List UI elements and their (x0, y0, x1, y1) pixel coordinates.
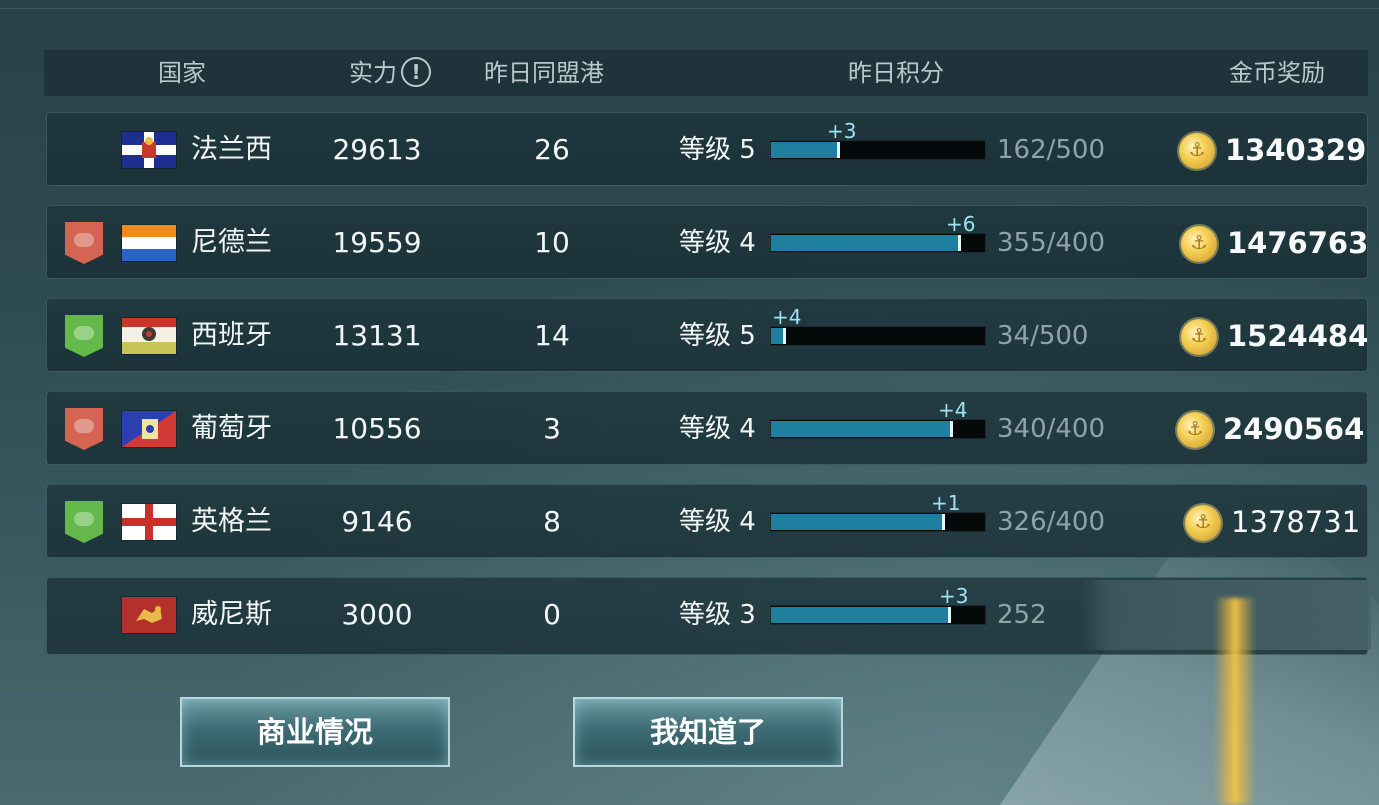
table-row[interactable]: 威尼斯 3000 0 等级 3 +3 252 (46, 577, 1371, 655)
table-row[interactable]: 法兰西 29613 26 等级 5 +3 162/500 1340329 (46, 112, 1368, 186)
alliance-handshake-icon (65, 408, 103, 450)
score-delta: +3 (827, 119, 857, 143)
gold-reward-value: 1524484 (1227, 319, 1369, 353)
got-it-button[interactable]: 我知道了 (573, 697, 843, 767)
power-value: 10556 (332, 412, 422, 445)
info-icon[interactable]: ! (401, 57, 431, 87)
gold-light-beam (1214, 598, 1256, 805)
level-label: 等级 5 (679, 321, 756, 351)
netherlands-flag-icon (122, 225, 176, 261)
level-label: 等级 5 (679, 135, 756, 165)
power-value: 29613 (332, 133, 422, 166)
spain-flag-icon (122, 318, 176, 354)
country-name: 尼德兰 (191, 227, 272, 258)
header-yesterday-score: 昨日积分 (848, 59, 944, 87)
score-progress-bar (770, 233, 986, 253)
gold-reward-value: 1378731 (1231, 505, 1361, 539)
gold-reward-value: 2490564 (1223, 412, 1365, 446)
gold-coin-icon (1181, 226, 1217, 262)
score-delta: +6 (946, 212, 976, 236)
table-row[interactable]: 尼德兰 19559 10 等级 4 +6 355/400 1476763 (46, 205, 1368, 279)
table-row[interactable]: 英格兰 9146 8 等级 4 +1 326/400 1378731 (46, 484, 1368, 558)
power-value: 19559 (332, 226, 422, 259)
score-progress-text: 252 (997, 600, 1047, 630)
score-progress-text: 34/500 (997, 321, 1089, 351)
score-progress-text: 162/500 (997, 135, 1106, 165)
score-delta: +3 (939, 584, 969, 608)
gold-coin-icon (1181, 319, 1217, 355)
level-label: 等级 4 (679, 228, 756, 258)
score-progress-fill (771, 607, 951, 623)
table-row[interactable]: 西班牙 13131 14 等级 5 +4 34/500 1524484 (46, 298, 1368, 372)
score-progress-fill (771, 235, 961, 251)
country-name: 威尼斯 (191, 599, 272, 630)
commerce-status-button[interactable]: 商业情况 (180, 697, 450, 767)
top-divider (0, 8, 1379, 9)
gold-reward-value: 1340329 (1225, 133, 1367, 167)
header-gold-reward: 金币奖励 (1229, 59, 1325, 87)
alliance-ports-value: 14 (534, 319, 570, 352)
france-flag-icon (122, 132, 176, 168)
alliance-ports-value: 8 (543, 505, 561, 538)
gold-coin-icon (1185, 505, 1221, 541)
score-delta: +4 (938, 398, 968, 422)
score-progress-bar (770, 326, 986, 346)
score-progress-fill (771, 142, 841, 158)
alliance-handshake-icon (65, 222, 103, 264)
table-header: 国家 实力! 昨日同盟港 昨日积分 金币奖励 (44, 50, 1368, 96)
alliance-ports-value: 0 (543, 598, 561, 631)
gold-reward-value: 1476763 (1227, 226, 1369, 260)
score-progress-bar (770, 140, 986, 160)
alliance-handshake-icon (65, 501, 103, 543)
score-progress-fill (771, 421, 953, 437)
alliance-ports-value: 26 (534, 133, 570, 166)
header-power: 实力! (349, 50, 431, 96)
header-power-label: 实力 (349, 59, 397, 87)
score-progress-fill (771, 514, 946, 530)
score-progress-text: 326/400 (997, 507, 1106, 537)
score-progress-bar (770, 512, 986, 532)
power-value: 3000 (341, 598, 413, 631)
gold-coin-icon (1177, 412, 1213, 448)
gold-coin-icon (1179, 133, 1215, 169)
score-progress-bar (770, 605, 986, 625)
country-name: 西班牙 (191, 320, 272, 351)
country-name: 葡萄牙 (191, 413, 272, 444)
score-progress-text: 340/400 (997, 414, 1106, 444)
table-row[interactable]: 葡萄牙 10556 3 等级 4 +4 340/400 2490564 (46, 391, 1368, 465)
score-progress-bar (770, 419, 986, 439)
alliance-handshake-icon (65, 315, 103, 357)
header-country: 国家 (158, 59, 206, 87)
score-progress-text: 355/400 (997, 228, 1106, 258)
power-value: 13131 (332, 319, 422, 352)
level-label: 等级 3 (679, 600, 756, 630)
portugal-flag-icon (122, 411, 176, 447)
alliance-ports-value: 10 (534, 226, 570, 259)
score-progress-fill (771, 328, 786, 344)
alliance-ports-value: 3 (543, 412, 561, 445)
header-alliance-ports: 昨日同盟港 (484, 59, 604, 87)
level-label: 等级 4 (679, 414, 756, 444)
venice-flag-icon (122, 597, 176, 633)
country-name: 法兰西 (191, 134, 272, 165)
level-label: 等级 4 (679, 507, 756, 537)
england-flag-icon (122, 504, 176, 540)
score-delta: +4 (772, 305, 802, 329)
score-delta: +1 (931, 491, 961, 515)
power-value: 9146 (341, 505, 413, 538)
country-name: 英格兰 (191, 506, 272, 537)
